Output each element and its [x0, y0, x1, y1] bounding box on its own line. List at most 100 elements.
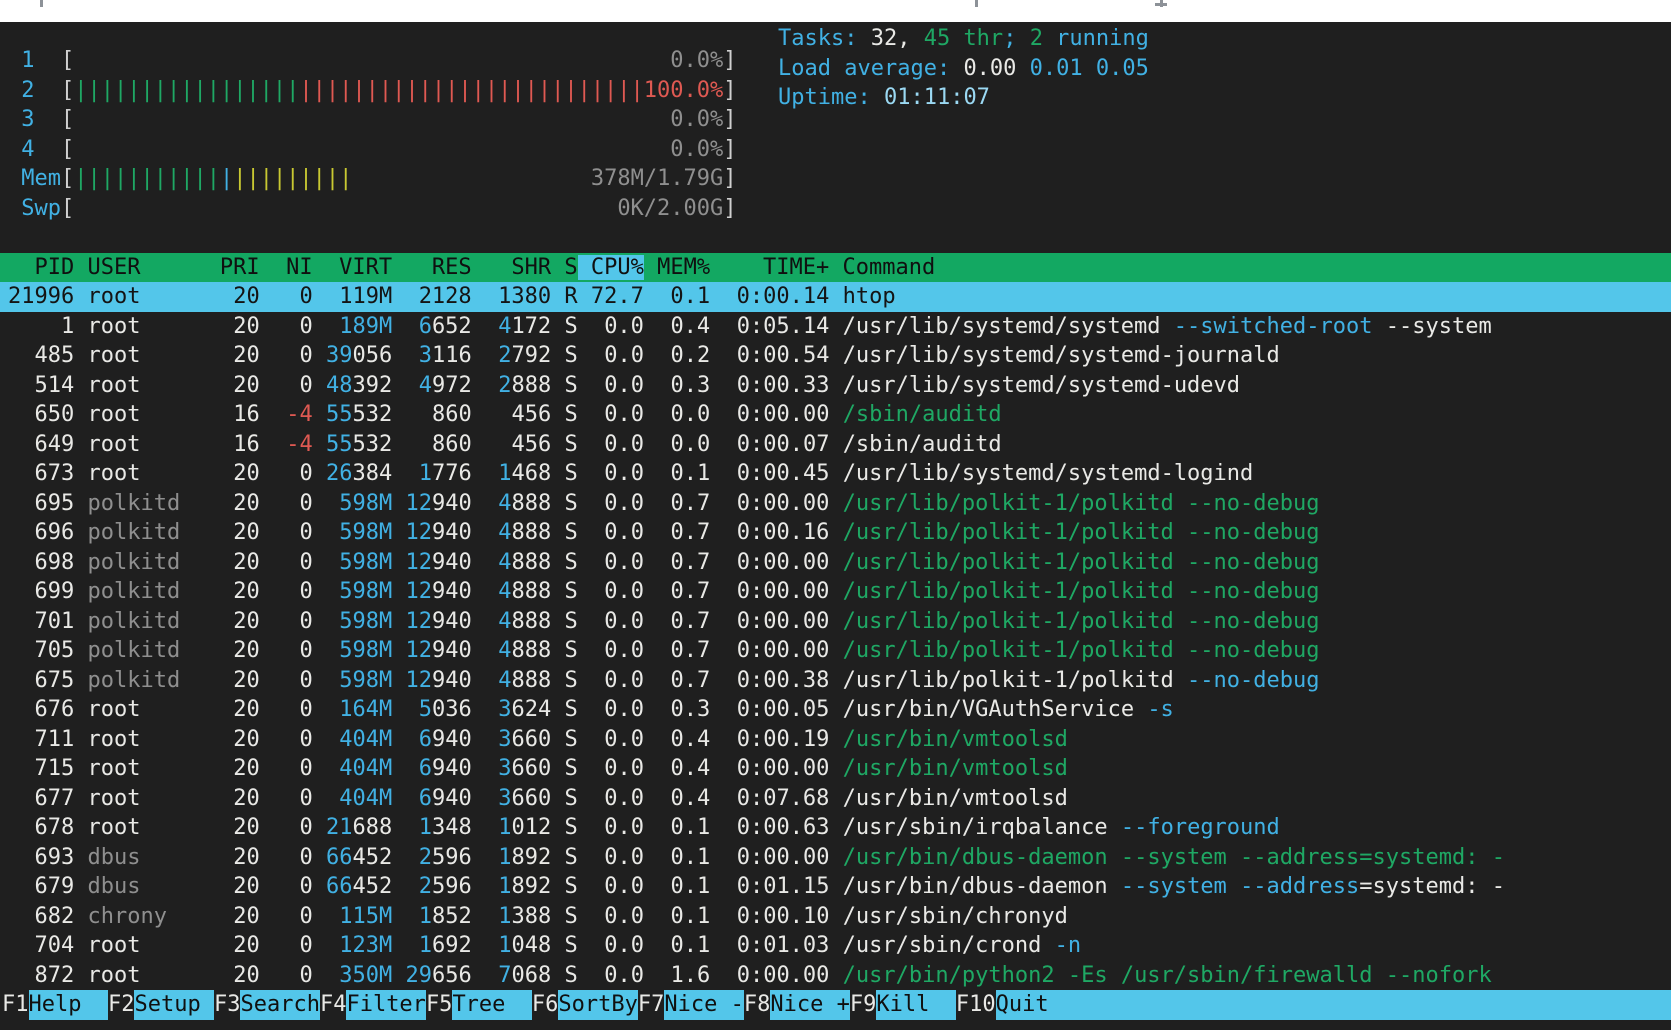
htop-terminal-window: 1 [ 0.0%] 2 [|||||||||||||||||||||||||||… [0, 22, 1671, 1030]
table-header-row: PID USER PRI NI VIRT RES SHR S CPU% MEM%… [0, 253, 1671, 283]
column-header-user[interactable]: USER [74, 255, 206, 280]
column-header-pid[interactable]: PID [8, 255, 74, 280]
column-header-mem[interactable]: MEM% [644, 255, 710, 280]
fkey-action-label: Kill [876, 990, 955, 1020]
swp-meter-label: Swp [21, 196, 61, 221]
meter-close-bracket: ] [723, 137, 736, 162]
cpu3-meter-value: 0.0% [670, 107, 723, 132]
fkey-action-label: Filter [346, 990, 425, 1020]
mem-meter-value: 378M/1.79G [591, 166, 723, 191]
meter-open-bracket: [ [61, 48, 74, 73]
meter-bar-segment: | [220, 166, 233, 191]
process-row-699[interactable]: 699 polkitd 20 0 598M 12940 4888 S 0.0 0… [0, 577, 1671, 607]
summary-block: Tasks: 32, 45 thr; 2 runningLoad average… [778, 24, 1149, 113]
process-row-682[interactable]: 682 chrony 20 0 115M 1852 1388 S 0.0 0.1… [0, 902, 1671, 932]
process-row-698[interactable]: 698 polkitd 20 0 598M 12940 4888 S 0.0 0… [0, 548, 1671, 578]
process-row-701[interactable]: 701 polkitd 20 0 598M 12940 4888 S 0.0 0… [0, 607, 1671, 637]
fkey-key-label: F6 [532, 990, 559, 1020]
meter-close-bracket: ] [723, 166, 736, 191]
column-header-res[interactable]: RES [392, 255, 471, 280]
fkey-action-label: Nice + [770, 990, 849, 1020]
process-row-514[interactable]: 514 root 20 0 48392 4972 2888 S 0.0 0.3 … [0, 371, 1671, 401]
process-row-711[interactable]: 711 root 20 0 404M 6940 3660 S 0.0 0.4 0… [0, 725, 1671, 755]
process-row-676[interactable]: 676 root 20 0 164M 5036 3624 S 0.0 0.3 0… [0, 695, 1671, 725]
meter-open-bracket: [ [61, 196, 74, 221]
cpu4-meter: 4 [ 0.0%] [0, 135, 1671, 165]
page-top-strip [0, 0, 1677, 22]
process-row-1[interactable]: 1 root 20 0 189M 6652 4172 S 0.0 0.4 0:0… [0, 312, 1671, 342]
fkey-f8-nice+[interactable]: F8Nice + [744, 990, 850, 1020]
column-header-s[interactable]: S [551, 255, 578, 280]
process-row-872[interactable]: 872 root 20 0 350M 29656 7068 S 0.0 1.6 … [0, 961, 1671, 991]
fkey-f3-search[interactable]: F3Search [214, 990, 320, 1020]
column-header-time[interactable]: TIME+ [710, 255, 829, 280]
fkey-f7-nice-[interactable]: F7Nice - [638, 990, 744, 1020]
process-row-696[interactable]: 696 polkitd 20 0 598M 12940 4888 S 0.0 0… [0, 518, 1671, 548]
fkey-f9-kill[interactable]: F9Kill [850, 990, 956, 1020]
process-row-650[interactable]: 650 root 16 -4 55532 860 456 S 0.0 0.0 0… [0, 400, 1671, 430]
process-row-695[interactable]: 695 polkitd 20 0 598M 12940 4888 S 0.0 0… [0, 489, 1671, 519]
fkey-action-label: Tree [452, 990, 531, 1020]
process-row-21996[interactable]: 21996 root 20 0 119M 2128 1380 R 72.7 0.… [0, 282, 1671, 312]
fkey-action-label: Search [240, 990, 319, 1020]
meter-close-bracket: ] [723, 78, 736, 103]
cpu4-meter-label: 4 [21, 137, 61, 162]
process-row-704[interactable]: 704 root 20 0 123M 1692 1048 S 0.0 0.1 0… [0, 931, 1671, 961]
meter-close-bracket: ] [723, 48, 736, 73]
fkey-key-label: F5 [426, 990, 453, 1020]
fkey-f1-help[interactable]: F1Help [2, 990, 108, 1020]
mem-meter-label: Mem [21, 166, 61, 191]
meter-bar-segment: ||||||||| [233, 166, 352, 191]
column-header-cpu[interactable]: CPU% [578, 255, 644, 280]
fkey-key-label: F2 [108, 990, 135, 1020]
column-header-ni[interactable]: NI [260, 255, 313, 280]
fkey-f10-quit[interactable]: F10Quit [956, 990, 1075, 1020]
process-row-679[interactable]: 679 dbus 20 0 66452 2596 1892 S 0.0 0.1 … [0, 872, 1671, 902]
process-row-705[interactable]: 705 polkitd 20 0 598M 12940 4888 S 0.0 0… [0, 636, 1671, 666]
process-table: PID USER PRI NI VIRT RES SHR S CPU% MEM%… [8, 253, 1671, 991]
process-row-715[interactable]: 715 root 20 0 404M 6940 3660 S 0.0 0.4 0… [0, 754, 1671, 784]
fkey-key-label: F1 [2, 990, 29, 1020]
meter-close-bracket: ] [723, 107, 736, 132]
fkey-key-label: F3 [214, 990, 241, 1020]
meter-open-bracket: [ [61, 137, 74, 162]
process-row-678[interactable]: 678 root 20 0 21688 1348 1012 S 0.0 0.1 … [0, 813, 1671, 843]
fkey-f5-tree[interactable]: F5Tree [426, 990, 532, 1020]
process-row-649[interactable]: 649 root 16 -4 55532 860 456 S 0.0 0.0 0… [0, 430, 1671, 460]
page-right-strip [1671, 22, 1677, 1030]
fkey-f2-setup[interactable]: F2Setup [108, 990, 214, 1020]
swp-meter: Swp[ 0K/2.00G] [0, 194, 1671, 224]
fkey-f4-filter[interactable]: F4Filter [320, 990, 426, 1020]
meter-open-bracket: [ [61, 78, 74, 103]
cpu3-meter-label: 3 [21, 107, 61, 132]
process-row-673[interactable]: 673 root 20 0 26384 1776 1468 S 0.0 0.1 … [0, 459, 1671, 489]
meter-open-bracket: [ [61, 166, 74, 191]
column-header-pri[interactable]: PRI [207, 255, 260, 280]
mem-meter: Mem[||||||||||||||||||||| 378M/1.79G] [0, 164, 1671, 194]
process-row-675[interactable]: 675 polkitd 20 0 598M 12940 4888 S 0.0 0… [0, 666, 1671, 696]
cropped-glyph-fragment [975, 0, 978, 7]
cropped-glyph-fragment [1160, 0, 1163, 7]
process-row-693[interactable]: 693 dbus 20 0 66452 2596 1892 S 0.0 0.1 … [0, 843, 1671, 873]
cpu1-meter-label: 1 [21, 48, 61, 73]
fkey-action-label: Setup [134, 990, 213, 1020]
fkey-f6-sortby[interactable]: F6SortBy [532, 990, 638, 1020]
meter-close-bracket: ] [723, 196, 736, 221]
fkey-action-label: SortBy [558, 990, 637, 1020]
process-row-485[interactable]: 485 root 20 0 39056 3116 2792 S 0.0 0.2 … [0, 341, 1671, 371]
column-header-command[interactable]: Command [829, 255, 935, 280]
column-header-shr[interactable]: SHR [472, 255, 551, 280]
cpu2-meter-value: 100.0% [644, 78, 723, 103]
fkey-key-label: F8 [744, 990, 771, 1020]
tasks-summary: Tasks: 32, 45 thr; 2 running [778, 24, 1149, 54]
uptime: Uptime: 01:11:07 [778, 83, 1149, 113]
load-average: Load average: 0.00 0.01 0.05 [778, 54, 1149, 84]
cropped-glyph-fragment [40, 0, 43, 7]
cpu1-meter-value: 0.0% [670, 48, 723, 73]
fkey-action-label: Quit [996, 990, 1075, 1020]
column-header-virt[interactable]: VIRT [313, 255, 392, 280]
process-row-677[interactable]: 677 root 20 0 404M 6940 3660 S 0.0 0.4 0… [0, 784, 1671, 814]
spacer-line [0, 223, 1671, 253]
meter-bar-segment: ||||||||||||||||| [74, 78, 299, 103]
fkey-key-label: F10 [956, 990, 996, 1020]
